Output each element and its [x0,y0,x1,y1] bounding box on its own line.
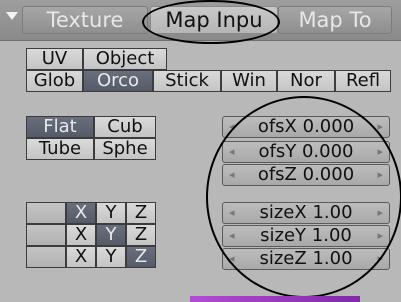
ofs-z-field[interactable]: ◂ ofsZ 0.000 ▸ [222,164,390,186]
decrement-arrow-icon[interactable]: ◂ [229,203,235,223]
proj-row3-x-button[interactable]: X [66,246,96,268]
coord-refl-button[interactable]: Refl [335,70,391,92]
increment-arrow-icon[interactable]: ▸ [377,165,383,185]
size-x-value: 1.00 [312,202,353,223]
coord-uv-button[interactable]: UV [26,48,83,70]
size-z-field[interactable]: ◂ sizeZ 1.00 ▸ [222,248,390,270]
tab-bar: Texture Map Inpu Map To [0,0,401,41]
decrement-arrow-icon[interactable]: ◂ [229,226,235,246]
proj-row2-z-button[interactable]: Z [126,224,156,246]
proj-row1-y-button[interactable]: Y [96,202,126,224]
color-preview-strip [190,296,360,302]
collapse-arrow-icon[interactable] [6,12,18,20]
increment-arrow-icon[interactable]: ▸ [377,226,383,246]
tab-texture[interactable]: Texture [22,6,148,34]
increment-arrow-icon[interactable]: ▸ [377,203,383,223]
mapping-sphe-button[interactable]: Sphe [94,138,156,160]
coord-nor-button[interactable]: Nor [277,70,335,92]
ofs-y-value: 0.000 [301,141,354,162]
size-z-value: 1.00 [312,248,353,269]
proj-row2-empty[interactable] [26,224,66,246]
coord-object-button[interactable]: Object [83,48,167,70]
ofs-z-label: ofsZ [257,164,297,185]
ofs-y-label: ofsY [258,141,297,162]
ofs-x-field[interactable]: ◂ ofsX 0.000 ▸ [222,116,390,138]
ofs-z-value: 0.000 [302,164,355,185]
ofs-x-value: 0.000 [302,116,355,137]
proj-row1-empty[interactable] [26,202,66,224]
ofs-x-label: ofsX [257,116,297,137]
decrement-arrow-icon[interactable]: ◂ [229,117,235,137]
proj-row3-empty[interactable] [26,246,66,268]
size-y-value: 1.00 [311,225,352,246]
proj-row2-x-button[interactable]: X [66,224,96,246]
tab-map-input[interactable]: Map Inpu [150,6,278,34]
tab-map-to[interactable]: Map To [278,6,392,34]
coord-win-button[interactable]: Win [221,70,277,92]
mapping-flat-button[interactable]: Flat [26,116,94,138]
decrement-arrow-icon[interactable]: ◂ [229,142,235,162]
increment-arrow-icon[interactable]: ▸ [377,142,383,162]
coord-glob-button[interactable]: Glob [26,70,83,92]
coord-stick-button[interactable]: Stick [153,70,221,92]
proj-row2-y-button[interactable]: Y [96,224,126,246]
ofs-y-field[interactable]: ◂ ofsY 0.000 ▸ [222,141,390,163]
mapping-tube-button[interactable]: Tube [26,138,94,160]
increment-arrow-icon[interactable]: ▸ [377,249,383,269]
size-y-field[interactable]: ◂ sizeY 1.00 ▸ [222,225,390,247]
proj-row1-x-button[interactable]: X [66,202,96,224]
increment-arrow-icon[interactable]: ▸ [377,117,383,137]
proj-row3-y-button[interactable]: Y [96,246,126,268]
coord-orco-button[interactable]: Orco [83,70,153,92]
proj-row1-z-button[interactable]: Z [126,202,156,224]
size-x-field[interactable]: ◂ sizeX 1.00 ▸ [222,202,390,224]
proj-row3-z-button[interactable]: Z [126,246,156,268]
decrement-arrow-icon[interactable]: ◂ [229,249,235,269]
size-z-label: sizeZ [259,248,307,269]
size-y-label: sizeY [260,225,307,246]
size-x-label: sizeX [259,202,307,223]
decrement-arrow-icon[interactable]: ◂ [229,165,235,185]
mapping-cub-button[interactable]: Cub [94,116,156,138]
